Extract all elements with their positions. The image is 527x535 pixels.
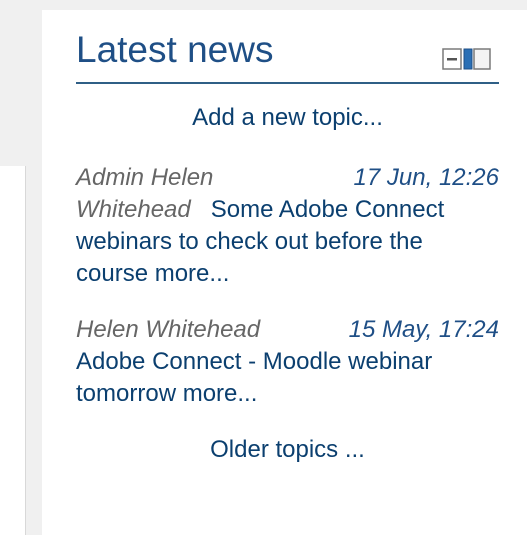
news-post: Admin Helen 17 Jun, 12:26 Whitehead Some… [76, 162, 499, 290]
post-author[interactable]: Admin Helen [76, 162, 213, 194]
news-post: Helen Whitehead 15 May, 17:24 Adobe Conn… [76, 314, 499, 410]
post-header: Helen Whitehead 15 May, 17:24 [76, 314, 499, 346]
post-date: 17 Jun, 12:26 [353, 164, 499, 191]
post-more-link[interactable]: more... [155, 260, 230, 287]
dock-block-icon[interactable] [442, 48, 492, 70]
block-title: Latest news [76, 29, 274, 70]
post-subject-start: Some Adobe [210, 196, 349, 223]
left-column-edge [0, 166, 26, 535]
post-body: Adobe Connect - Moodle webinar tomorrow … [76, 346, 499, 410]
block-content: Add a new topic... Admin Helen 17 Jun, 1… [76, 86, 499, 466]
latest-news-block: Latest news Add a new topic... Admin Hel… [42, 10, 527, 535]
post-date: 15 May, 17:24 [348, 316, 499, 343]
post-author-continued[interactable]: Whitehead [76, 196, 191, 223]
post-author[interactable]: Helen Whitehead [76, 314, 260, 346]
block-header: Latest news [76, 26, 499, 84]
post-header: Admin Helen 17 Jun, 12:26 [76, 162, 499, 194]
older-topics-link[interactable]: Older topics ... [76, 434, 499, 466]
post-more-link[interactable]: more... [183, 380, 258, 407]
post-body: Whitehead Some Adobe Connect webinars to… [76, 194, 499, 290]
add-new-topic-link[interactable]: Add a new topic... [76, 102, 499, 134]
